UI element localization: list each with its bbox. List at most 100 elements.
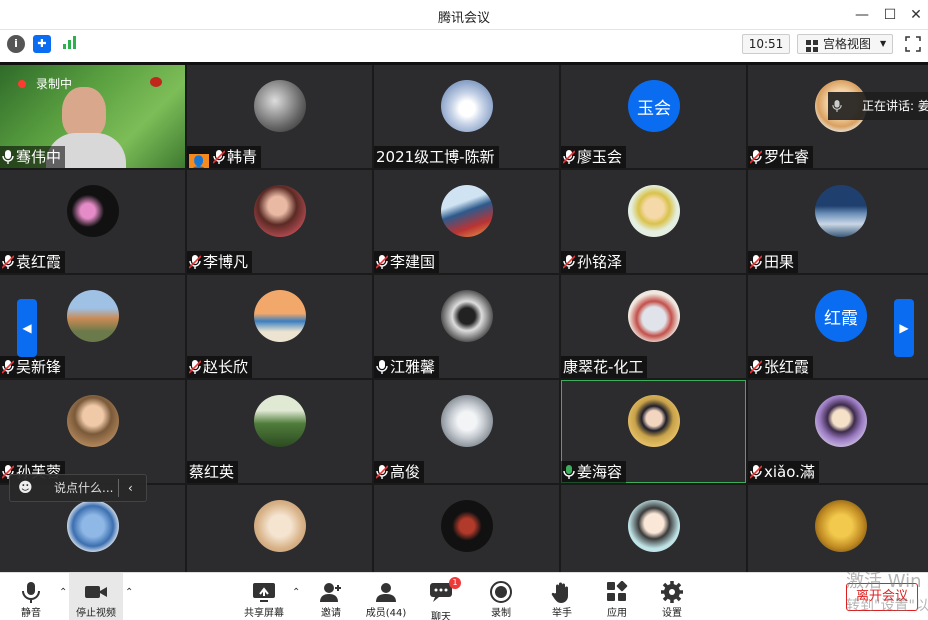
meeting-info-bar: i ✚ 10:51 宫格视图 ▼ bbox=[0, 30, 928, 58]
mute-button[interactable]: 静音 bbox=[3, 573, 59, 620]
participant-name-tag: 蔡红英 bbox=[187, 461, 239, 483]
video-tile[interactable]: 李博凡 bbox=[187, 170, 372, 273]
previous-page-button[interactable]: ◀ bbox=[17, 299, 37, 357]
quick-chat-input[interactable]: ☻ 说点什么... ‹ bbox=[9, 474, 147, 502]
avatar bbox=[254, 395, 306, 447]
view-mode-label: 宫格视图 bbox=[823, 37, 872, 51]
add-user-icon bbox=[320, 583, 341, 602]
video-tile[interactable]: 👤 韩青 bbox=[187, 65, 372, 168]
microphone-muted-icon bbox=[213, 150, 225, 164]
avatar bbox=[441, 185, 493, 237]
avatar bbox=[254, 290, 306, 342]
participant-name-tag: 康翠花-化工 bbox=[561, 356, 648, 378]
microphone-active-icon bbox=[563, 465, 575, 479]
security-shield-icon[interactable]: ✚ bbox=[33, 35, 51, 53]
emoji-icon[interactable]: ☻ bbox=[18, 475, 33, 501]
participant-name-tag: 姜海容 bbox=[561, 461, 627, 483]
window-title: 腾讯会议 bbox=[437, 11, 490, 26]
microphone-muted-icon bbox=[376, 465, 388, 479]
video-tile[interactable]: 孙铭泽 bbox=[561, 170, 746, 273]
video-tile-active-speaker[interactable]: 姜海容 bbox=[561, 380, 746, 483]
participant-name-tag: 江雅馨 bbox=[374, 356, 440, 378]
avatar bbox=[254, 185, 306, 237]
share-screen-button[interactable]: 共享屏幕 bbox=[236, 573, 292, 620]
info-icon[interactable]: i bbox=[7, 35, 25, 53]
hand-icon bbox=[551, 582, 568, 603]
meeting-toolbar: 静音 ⌃ 停止视频 ⌃ 共享屏幕 ⌃ 邀请 成员(44) 1 聊天 录制 举手 … bbox=[0, 572, 928, 620]
video-tile[interactable]: 玉会 廖玉会 bbox=[561, 65, 746, 168]
participant-name-tag: 李博凡 bbox=[187, 251, 253, 273]
avatar: 红霞 bbox=[815, 290, 867, 342]
next-page-button[interactable]: ▶ bbox=[894, 299, 914, 357]
close-icon[interactable]: ✕ bbox=[906, 5, 926, 25]
network-signal-icon[interactable] bbox=[61, 35, 79, 53]
invite-button[interactable]: 邀请 bbox=[303, 573, 359, 620]
microphone-muted-icon bbox=[750, 360, 762, 374]
participant-name-tag: 骞伟中 bbox=[0, 146, 66, 168]
avatar bbox=[628, 185, 680, 237]
microphone-muted-icon bbox=[750, 465, 762, 479]
collapse-chat-icon[interactable]: ‹ bbox=[128, 475, 133, 501]
record-button[interactable]: 录制 bbox=[473, 573, 529, 620]
maximize-icon[interactable]: ☐ bbox=[880, 5, 900, 25]
microphone-muted-icon bbox=[750, 255, 762, 269]
video-tile-self[interactable]: 录制中 骞伟中 bbox=[0, 65, 185, 168]
chevron-down-icon: ▼ bbox=[880, 39, 887, 48]
avatar bbox=[441, 80, 493, 132]
microphone-icon bbox=[22, 582, 40, 603]
microphone-muted-icon bbox=[189, 360, 201, 374]
avatar bbox=[628, 290, 680, 342]
video-tile[interactable]: 江雅馨 bbox=[374, 275, 559, 378]
unread-badge: 1 bbox=[449, 577, 461, 589]
video-tile[interactable]: 李建国 bbox=[374, 170, 559, 273]
avatar bbox=[815, 185, 867, 237]
microphone-muted-icon bbox=[376, 255, 388, 269]
raise-hand-button[interactable]: 举手 bbox=[534, 573, 590, 620]
avatar bbox=[67, 290, 119, 342]
leave-meeting-button[interactable]: 离开会议 bbox=[846, 583, 918, 611]
participant-name-tag: 赵长欣 bbox=[187, 356, 253, 378]
video-tile[interactable]: xiǎo.滿 bbox=[748, 380, 928, 483]
stop-video-button[interactable]: 停止视频 bbox=[69, 573, 123, 620]
person-face-image bbox=[62, 87, 106, 139]
participant-name-tag: 罗仕睿 bbox=[748, 146, 814, 168]
video-tile[interactable]: 孙芙蓉 bbox=[0, 380, 185, 483]
video-tile[interactable]: 2021级工博-陈新 bbox=[374, 65, 559, 168]
microphone-muted-icon bbox=[750, 150, 762, 164]
video-tile[interactable]: 蔡红英 bbox=[187, 380, 372, 483]
avatar bbox=[441, 395, 493, 447]
video-tile[interactable]: 康翠花-化工 bbox=[561, 275, 746, 378]
avatar bbox=[628, 395, 680, 447]
ladybug-image bbox=[150, 77, 162, 87]
video-tile[interactable]: 田果 bbox=[748, 170, 928, 273]
participant-name-tag: 高俊 bbox=[374, 461, 425, 483]
video-tile[interactable]: 高俊 bbox=[374, 380, 559, 483]
participant-name-tag: 2021级工博-陈新 bbox=[374, 146, 499, 168]
avatar bbox=[67, 395, 119, 447]
grid-view-icon bbox=[806, 39, 818, 52]
settings-button[interactable]: 设置 bbox=[644, 573, 700, 620]
chevron-up-icon[interactable]: ⌃ bbox=[59, 587, 67, 598]
members-button[interactable]: 成员(44) bbox=[358, 573, 414, 620]
avatar bbox=[441, 290, 493, 342]
avatar bbox=[254, 80, 306, 132]
participant-name-tag: 田果 bbox=[748, 251, 799, 273]
chat-button[interactable]: 1 聊天 bbox=[413, 573, 469, 620]
minimize-icon[interactable]: — bbox=[852, 5, 872, 25]
chevron-up-icon[interactable]: ⌃ bbox=[125, 587, 133, 598]
avatar: 玉会 bbox=[628, 80, 680, 132]
avatar bbox=[628, 500, 680, 552]
avatar bbox=[254, 500, 306, 552]
fullscreen-icon[interactable] bbox=[905, 36, 921, 52]
avatar bbox=[67, 500, 119, 552]
apps-button[interactable]: 应用 bbox=[589, 573, 645, 620]
video-tile[interactable]: 袁红霞 bbox=[0, 170, 185, 273]
speaking-indicator: 正在讲话: 姜 bbox=[828, 92, 928, 120]
avatar bbox=[815, 500, 867, 552]
recording-indicator: 录制中 bbox=[18, 75, 72, 92]
microphone-icon bbox=[376, 360, 388, 374]
chat-placeholder: 说点什么... bbox=[54, 481, 114, 495]
chevron-up-icon[interactable]: ⌃ bbox=[292, 587, 300, 598]
view-mode-dropdown[interactable]: 宫格视图 ▼ bbox=[797, 34, 893, 54]
video-tile[interactable]: 赵长欣 bbox=[187, 275, 372, 378]
